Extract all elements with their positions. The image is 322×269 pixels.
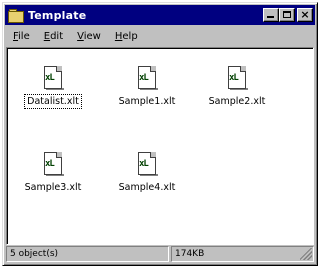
status-total-size: 174KB — [171, 246, 314, 262]
minimize-button[interactable] — [263, 8, 279, 22]
title-bar[interactable]: Template × — [5, 5, 315, 25]
menu-edit[interactable]: Edit — [37, 31, 70, 42]
minimize-icon — [267, 16, 274, 18]
window-controls: × — [263, 8, 313, 22]
status-object-count: 5 object(s) — [6, 246, 169, 262]
file-label: Datalist.xlt — [24, 94, 82, 109]
file-item-sample1[interactable]: xL Sample1.xlt — [111, 66, 183, 108]
excel-template-icon: xL — [42, 152, 64, 176]
resize-grip-icon[interactable] — [300, 248, 312, 260]
file-item-sample4[interactable]: xL Sample4.xlt — [111, 152, 183, 194]
menu-view[interactable]: View — [70, 31, 108, 42]
status-bar: 5 object(s) 174KB — [6, 246, 314, 262]
file-label: Sample1.xlt — [118, 96, 176, 107]
folder-icon[interactable] — [8, 8, 24, 23]
file-list-view[interactable]: xL Datalist.xlt xL Sample1.xlt xL Sample… — [6, 47, 314, 245]
excel-template-icon: xL — [136, 152, 158, 176]
file-label: Sample3.xlt — [24, 182, 82, 193]
menu-file[interactable]: File — [6, 31, 37, 42]
window-title: Template — [28, 8, 87, 22]
file-label: Sample4.xlt — [118, 182, 176, 193]
close-icon: × — [300, 8, 310, 21]
excel-template-icon: xL — [42, 66, 64, 90]
maximize-button[interactable] — [279, 8, 295, 22]
file-item-sample2[interactable]: xL Sample2.xlt — [201, 66, 273, 108]
file-label: Sample2.xlt — [208, 96, 266, 107]
menu-help[interactable]: Help — [108, 31, 145, 42]
file-item-datalist[interactable]: xL Datalist.xlt — [17, 66, 89, 109]
excel-template-icon: xL — [136, 66, 158, 90]
maximize-icon — [283, 11, 291, 18]
file-item-sample3[interactable]: xL Sample3.xlt — [17, 152, 89, 194]
explorer-window: Template × File Edit View Help xL Datali… — [2, 2, 318, 266]
close-button[interactable]: × — [297, 8, 313, 22]
excel-template-icon: xL — [226, 66, 248, 90]
menu-bar: File Edit View Help — [6, 27, 314, 45]
